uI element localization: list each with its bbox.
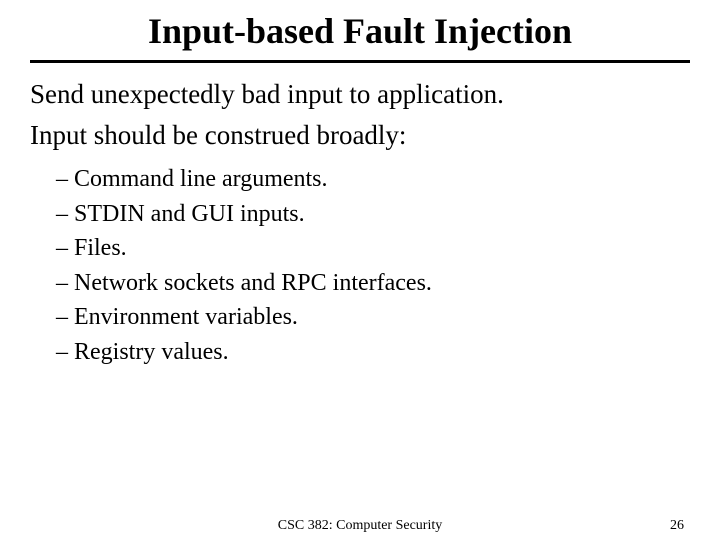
- bullet-item: Environment variables.: [56, 300, 690, 335]
- bullet-text: Command line arguments.: [74, 166, 328, 192]
- slide: Input-based Fault Injection Send unexpec…: [0, 0, 720, 540]
- slide-body: Send unexpectedly bad input to applicati…: [30, 77, 690, 369]
- intro-line-1: Send unexpectedly bad input to applicati…: [30, 77, 690, 112]
- bullet-text: Environment variables.: [74, 304, 298, 330]
- bullet-text: Network sockets and RPC interfaces.: [74, 270, 432, 296]
- bullet-text: Files.: [74, 235, 127, 261]
- title-rule: [30, 60, 690, 63]
- slide-title: Input-based Fault Injection: [30, 0, 690, 60]
- footer-page-number: 26: [670, 518, 684, 534]
- bullet-text: STDIN and GUI inputs.: [74, 201, 305, 227]
- bullet-item: Command line arguments.: [56, 162, 690, 197]
- bullet-item: STDIN and GUI inputs.: [56, 197, 690, 232]
- footer-course: CSC 382: Computer Security: [0, 518, 720, 534]
- bullet-item: Files.: [56, 231, 690, 266]
- bullet-list: Command line arguments. STDIN and GUI in…: [56, 162, 690, 369]
- bullet-item: Network sockets and RPC interfaces.: [56, 266, 690, 301]
- intro-line-2: Input should be construed broadly:: [30, 118, 690, 153]
- bullet-text: Registry values.: [74, 339, 229, 365]
- bullet-item: Registry values.: [56, 335, 690, 370]
